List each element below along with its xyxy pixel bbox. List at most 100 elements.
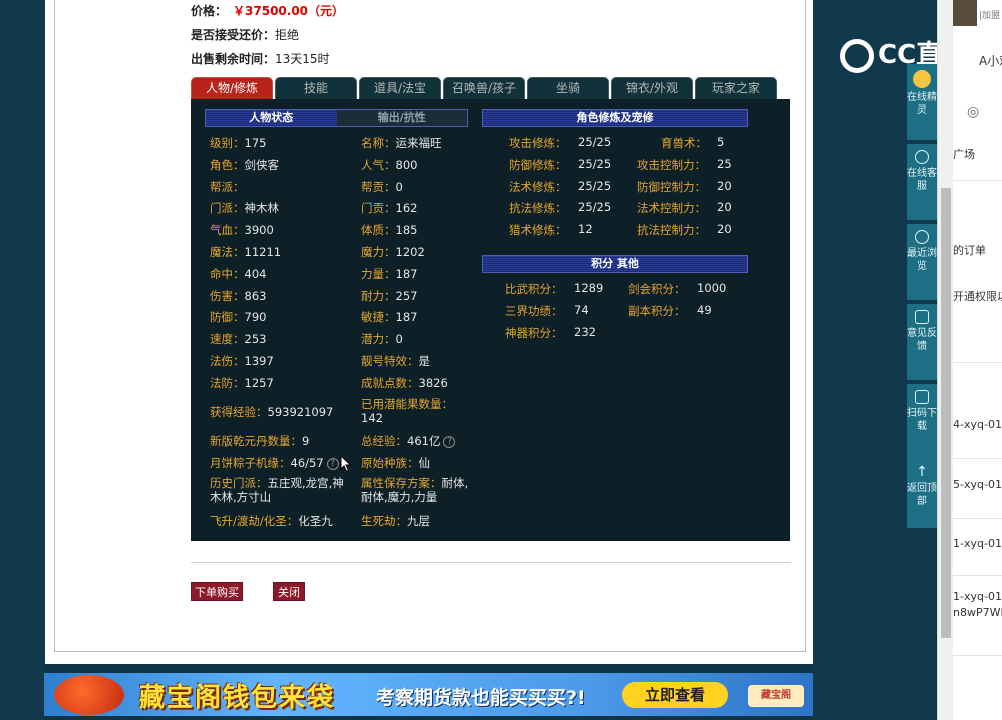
- remaining-time-value: 13天15时: [275, 52, 330, 66]
- cult-defense-value: 25/25: [578, 157, 612, 171]
- cartoon-character-icon: [54, 675, 124, 715]
- price-value: ￥37500.00（元）: [233, 4, 345, 18]
- divider: [953, 655, 1002, 656]
- stat-ascend: 飞升/渡劫/化圣：化圣九: [210, 514, 333, 528]
- ctrl-resist-value: 20: [717, 222, 732, 236]
- stat-guild-contrib: 帮贡：0: [361, 180, 403, 194]
- subtab-status[interactable]: 人物状态: [206, 110, 337, 126]
- strip-item[interactable]: 1-xyq-01-: [953, 590, 1002, 603]
- sidebar-online-service[interactable]: 在线客服: [907, 144, 937, 220]
- strip-item[interactable]: 4-xyq-01-: [953, 418, 1002, 431]
- price-row: 价格： ￥37500.00（元）: [191, 2, 344, 19]
- arrow-up-icon: ↑: [916, 464, 928, 480]
- mascot-icon: [913, 70, 931, 88]
- sidebar-recent-views[interactable]: 最近浏览: [907, 224, 937, 300]
- page-scrollbar[interactable]: [937, 0, 953, 720]
- sidebar-label: 在线客服: [907, 168, 937, 192]
- cc-ring-icon: [840, 38, 874, 73]
- stat-guild: 帮派：: [210, 180, 245, 194]
- stat-damage: 伤害：863: [210, 289, 267, 303]
- scan-icon: [915, 390, 929, 404]
- banner-title: 藏宝阁钱包来袋: [139, 683, 336, 713]
- ctrl-attack-value: 25: [717, 157, 732, 171]
- stat-role: 角色：剑侠客: [210, 158, 279, 172]
- ctrl-magic-value: 20: [717, 200, 732, 214]
- sidebar-back-to-top[interactable]: ↑ 返回顶部: [907, 458, 937, 528]
- stat-constitution: 体质：185: [361, 223, 418, 237]
- order-button[interactable]: 下单购买: [191, 582, 243, 601]
- tab-outfits[interactable]: 锦衣/外观: [611, 77, 693, 99]
- pts-sword: 剑会积分：: [628, 282, 686, 296]
- ctrl-defense-value: 20: [717, 179, 732, 193]
- stat-mp: 魔法：11211: [210, 245, 282, 259]
- stat-attr-scheme: 属性保存方案：耐体,耐体,魔力,力量: [361, 476, 469, 504]
- pts-sword-value: 1000: [697, 281, 727, 295]
- sidebar-label: 最近浏览: [907, 248, 937, 272]
- pts-merit: 三界功绩：: [505, 304, 563, 318]
- trade-detail-page: 价格： ￥37500.00（元） 是否接受还价：拒绝 出售剩余时间：13天15时 …: [45, 0, 813, 664]
- help-icon[interactable]: ?: [443, 435, 456, 448]
- tab-pets[interactable]: 召唤兽/孩子: [443, 77, 525, 99]
- tab-skills[interactable]: 技能: [275, 77, 357, 99]
- stat-potential-fruit: 已用潜能果数量：142: [361, 397, 453, 425]
- cult-hunt-value: 12: [578, 222, 593, 236]
- tab-mounts[interactable]: 坐骑: [527, 77, 609, 99]
- sidebar-label: 扫码下载: [907, 408, 937, 432]
- bargain-row: 是否接受还价：拒绝: [191, 26, 299, 43]
- cult-resist: 抗法修炼：: [509, 201, 567, 215]
- bargain-label: 是否接受还价：: [191, 28, 276, 42]
- user-name[interactable]: A小欢: [979, 52, 1002, 69]
- strip-item[interactable]: 的订单: [953, 242, 986, 258]
- banner-cta-button[interactable]: 立即查看: [622, 682, 728, 708]
- divider: [953, 575, 1002, 576]
- scrollbar-thumb[interactable]: [941, 188, 951, 638]
- strip-item[interactable]: 5-xyq-01-(: [953, 478, 1002, 491]
- cult-beast: 育兽术：: [661, 136, 707, 150]
- sidebar-online-mascot[interactable]: 在线精灵: [907, 64, 937, 140]
- stat-experience: 获得经验：593921097: [210, 405, 334, 419]
- mouse-cursor-icon: [340, 454, 352, 476]
- stat-strength: 力量：187: [361, 267, 418, 281]
- strip-item[interactable]: 开通权限以: [953, 288, 1002, 304]
- clock-icon: [915, 230, 929, 244]
- tab-items[interactable]: 道具/法宝: [359, 77, 441, 99]
- strip-item[interactable]: 1-xyq-01-: [953, 537, 1002, 550]
- stat-agility: 敏捷：187: [361, 310, 418, 324]
- detail-tabs: 人物/修炼 技能 道具/法宝 召唤兽/孩子 坐骑 锦衣/外观 玩家之家: [191, 77, 779, 99]
- stat-qianyuan: 新版乾元丹数量：9: [210, 434, 310, 448]
- cult-magic: 法术修炼：: [509, 180, 567, 194]
- avatar: [953, 0, 977, 26]
- banner-subtitle: 考察期货款也能买买买?!: [376, 687, 586, 709]
- stat-defense: 防御：790: [210, 310, 267, 324]
- headset-icon: [915, 150, 929, 164]
- strip-item[interactable]: n8wP7WN: [953, 606, 1002, 619]
- globe-icon[interactable]: ◎: [967, 104, 979, 120]
- cangbaoge-logo: 藏宝阁: [748, 685, 804, 707]
- cult-attack-value: 25/25: [578, 135, 612, 149]
- stat-zongzi: 月饼粽子机缘：46/57?: [210, 455, 339, 471]
- sidebar-label: 意见反馈: [907, 328, 937, 352]
- sidebar-scan-download[interactable]: 扫码下载: [907, 384, 937, 460]
- subtab-output-resist[interactable]: 输出/抗性: [336, 110, 467, 126]
- pts-pvp: 比武积分：: [505, 282, 563, 296]
- points-header: 积分 其他: [482, 255, 748, 273]
- cult-resist-value: 25/25: [578, 200, 612, 214]
- strip-item[interactable]: 广场: [953, 146, 975, 162]
- promo-banner[interactable]: 藏宝阁钱包来袋 考察期货款也能买买买?! 立即查看 藏宝阁: [44, 673, 813, 716]
- bargain-value: 拒绝: [275, 28, 300, 42]
- close-button[interactable]: 关闭: [273, 582, 305, 601]
- divider: [953, 180, 1002, 181]
- stat-endurance: 耐力：257: [361, 289, 418, 303]
- cult-beast-value: 5: [717, 135, 725, 149]
- tab-home[interactable]: 玩家之家: [695, 77, 777, 99]
- stat-speed: 速度：253: [210, 332, 267, 346]
- character-panel: 人物状态 输出/抗性 级别：175 角色：剑侠客 帮派： 门派：神木林 气血：3…: [191, 99, 790, 541]
- pts-merit-value: 74: [574, 303, 589, 317]
- help-icon[interactable]: ?: [326, 457, 339, 470]
- stat-achievement: 成就点数：3826: [361, 376, 448, 390]
- pts-artifact-value: 232: [574, 325, 596, 339]
- tab-character[interactable]: 人物/修炼: [191, 77, 273, 99]
- stat-race: 原始种族：仙: [361, 456, 430, 470]
- sidebar-feedback[interactable]: 意见反馈: [907, 304, 937, 380]
- stat-history-school: 历史门派：五庄观,龙宫,神木林,方寸山: [210, 476, 344, 504]
